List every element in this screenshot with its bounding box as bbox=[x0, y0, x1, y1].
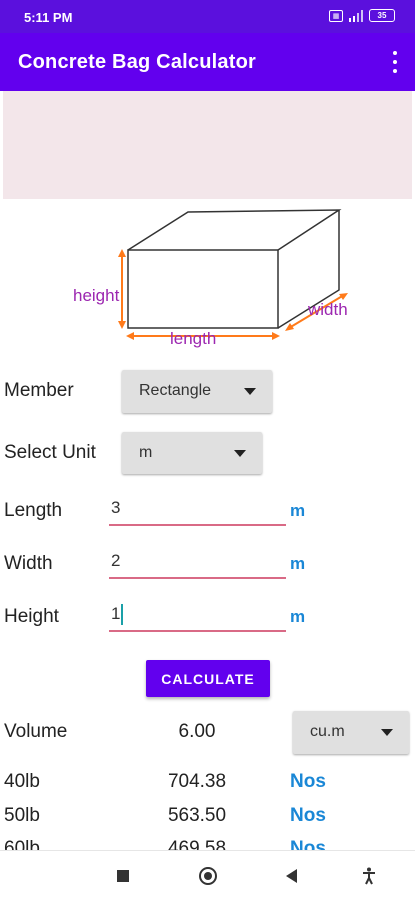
width-label: width bbox=[307, 300, 348, 319]
volume-unit-dropdown[interactable]: cu.m bbox=[293, 711, 409, 754]
height-label: height bbox=[73, 286, 120, 305]
dropdown-arrow-icon bbox=[381, 729, 393, 736]
calculate-button[interactable]: CALCULATE bbox=[146, 660, 270, 697]
length-unit: m bbox=[290, 501, 306, 520]
member-dropdown[interactable]: Rectangle bbox=[122, 370, 272, 413]
signal-icon bbox=[349, 9, 363, 22]
status-time: 5:11 PM bbox=[24, 10, 73, 25]
result-unit: Nos bbox=[290, 771, 326, 792]
result-label: 50lb bbox=[4, 805, 40, 826]
ad-banner[interactable] bbox=[3, 91, 412, 199]
back-icon[interactable] bbox=[286, 869, 297, 883]
result-value: 704.38 bbox=[167, 771, 227, 792]
box-diagram: height length width bbox=[73, 209, 348, 348]
sim-icon: ▦ bbox=[329, 9, 343, 22]
length-input[interactable]: 3 bbox=[109, 492, 286, 526]
result-label: 40lb bbox=[4, 771, 40, 792]
dropdown-arrow-icon bbox=[244, 388, 256, 395]
more-vert-icon[interactable] bbox=[389, 51, 401, 73]
member-label: Member bbox=[4, 380, 74, 401]
volume-label: Volume bbox=[4, 721, 68, 742]
member-value: Rectangle bbox=[139, 382, 212, 399]
status-bar: 5:11 PM ▦ 35 bbox=[0, 0, 415, 33]
volume-value: 6.00 bbox=[178, 721, 216, 742]
height-unit: m bbox=[290, 607, 306, 626]
length-label-text: Length bbox=[4, 500, 63, 521]
unit-label: Select Unit bbox=[4, 442, 96, 463]
length-label: length bbox=[170, 329, 216, 348]
height-label-text: Height bbox=[4, 606, 59, 627]
system-nav-bar bbox=[0, 850, 415, 900]
result-value: 563.50 bbox=[167, 805, 227, 826]
home-icon[interactable] bbox=[199, 867, 217, 885]
result-unit: Nos bbox=[290, 805, 326, 826]
recents-icon[interactable] bbox=[117, 870, 129, 882]
height-input[interactable]: 1 bbox=[109, 598, 286, 632]
unit-value: m bbox=[139, 444, 153, 461]
status-icons: ▦ 35 bbox=[329, 9, 395, 22]
width-unit: m bbox=[290, 554, 306, 573]
battery-level: 35 bbox=[377, 11, 387, 20]
battery-icon: 35 bbox=[369, 9, 395, 22]
accessibility-icon[interactable] bbox=[362, 867, 376, 885]
width-input[interactable]: 2 bbox=[109, 545, 286, 579]
width-label-text: Width bbox=[4, 553, 53, 574]
dropdown-arrow-icon bbox=[234, 450, 246, 457]
app-title: Concrete Bag Calculator bbox=[18, 51, 256, 73]
app-bar: Concrete Bag Calculator bbox=[0, 33, 415, 91]
volume-unit-value: cu.m bbox=[310, 723, 345, 740]
unit-dropdown[interactable]: m bbox=[122, 432, 262, 474]
text-cursor bbox=[121, 604, 123, 625]
